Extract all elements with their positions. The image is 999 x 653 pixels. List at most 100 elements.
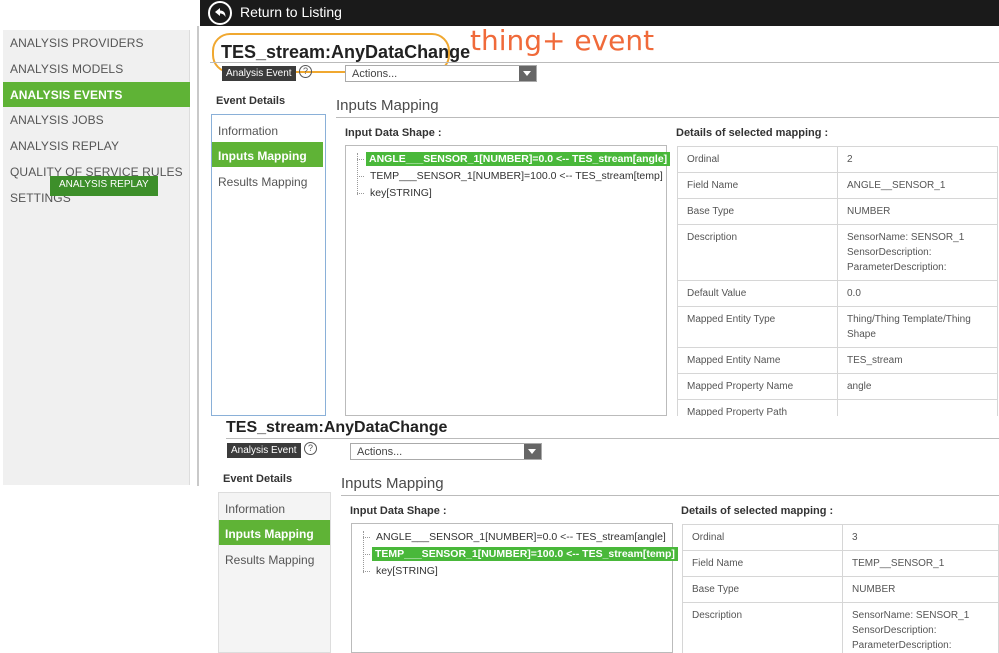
mapping-key: Field Name — [682, 550, 843, 577]
mapping-value-line: ParameterDescription: — [852, 640, 952, 651]
tree-item-key[interactable]: key[STRING] — [367, 186, 435, 200]
details-label: Details of selected mapping : — [676, 127, 829, 139]
mapping-key: Base Type — [677, 198, 838, 225]
tab-results-mapping[interactable]: Results Mapping — [212, 168, 325, 193]
tab-inputs-mapping-2[interactable]: Inputs Mapping — [219, 520, 330, 545]
event-tabs: Information Inputs Mapping Results Mappi… — [211, 114, 326, 416]
inputs-mapping-heading: Inputs Mapping — [336, 97, 439, 114]
section-rule — [336, 117, 999, 118]
mapping-value: NUMBER — [842, 576, 999, 603]
mapping-value-line: Shape — [847, 329, 876, 340]
mapping-key: Mapped Entity Name — [677, 347, 838, 374]
tree-tick — [357, 176, 364, 177]
actions-dropdown-label-2: Actions... — [357, 446, 403, 458]
help-icon[interactable]: ? — [299, 65, 312, 78]
sidebar-item-analysis-jobs[interactable]: ANALYSIS JOBS — [3, 107, 190, 132]
tab-inputs-mapping[interactable]: Inputs Mapping — [212, 142, 323, 167]
mapping-details-table-2: Ordinal 3 Field Name TEMP__SENSOR_1 Base Typ… — [682, 524, 999, 653]
sidebar-item-analysis-replay[interactable]: ANALYSIS REPLAY — [3, 133, 190, 158]
mapping-value-line: ParameterDescription: — [847, 262, 947, 273]
mapping-row: Base Type NUMBER — [682, 576, 999, 603]
tree-item-key-2[interactable]: key[STRING] — [373, 564, 441, 578]
analysis-event-badge-2: Analysis Event — [227, 443, 301, 458]
mapping-row: Base Type NUMBER — [677, 198, 998, 225]
annotation-text: thing+ event — [470, 24, 655, 57]
details-label-2: Details of selected mapping : — [681, 505, 834, 517]
tree-tick — [357, 159, 364, 160]
event-details-label-2: Event Details — [223, 473, 293, 485]
header-rule-2 — [226, 438, 999, 439]
tree-tick — [357, 193, 364, 194]
tree-tick — [363, 571, 370, 572]
input-data-shape-label: Input Data Shape : — [345, 127, 442, 139]
mapping-value-line: SensorDescription: — [847, 247, 932, 258]
mapping-value-line: SensorName: SENSOR_1 — [852, 610, 970, 621]
tree-tick — [363, 554, 370, 555]
page-title-2: TES_stream:AnyDataChange — [226, 419, 448, 436]
actions-dropdown[interactable]: Actions... — [345, 65, 537, 82]
header-rule — [210, 62, 999, 63]
mapping-value: Thing/Thing Template/Thing Shape — [837, 306, 998, 348]
mapping-value: angle — [837, 373, 998, 400]
section-rule-2 — [341, 495, 999, 496]
mapping-row: Description SensorName: SENSOR_1 SensorDes… — [682, 602, 999, 653]
mapping-value-line: Thing/Thing Template/Thing — [847, 314, 971, 325]
sidebar-item-analysis-events[interactable]: ANALYSIS EVENTS — [3, 82, 190, 107]
mapping-key: Default Value — [677, 280, 838, 307]
mapping-value: 0.0 — [837, 280, 998, 307]
mapping-value: ANGLE__SENSOR_1 — [837, 172, 998, 199]
mapping-value: SensorName: SENSOR_1 SensorDescription: Pa… — [837, 224, 998, 281]
back-arrow-icon[interactable] — [208, 1, 232, 25]
actions-dropdown-label: Actions... — [352, 68, 398, 80]
divider — [197, 26, 199, 486]
sidebar-item-analysis-providers[interactable]: ANALYSIS PROVIDERS — [3, 30, 190, 55]
input-data-shape-label-2: Input Data Shape : — [350, 505, 447, 517]
mapping-value-line: SensorDescription: — [852, 625, 937, 636]
help-icon-2[interactable]: ? — [304, 442, 317, 455]
tab-information[interactable]: Information — [212, 117, 325, 142]
mapping-key: Base Type — [682, 576, 843, 603]
tree-item-angle-2[interactable]: ANGLE___SENSOR_1[NUMBER]=0.0 <-- TES_str… — [373, 530, 669, 544]
tree-item-angle[interactable]: ANGLE___SENSOR_1[NUMBER]=0.0 <-- TES_str… — [366, 152, 671, 166]
return-to-listing-link[interactable]: Return to Listing — [240, 4, 342, 20]
sidebar-item-analysis-models[interactable]: ANALYSIS MODELS — [3, 56, 190, 81]
inputs-mapping-heading-2: Inputs Mapping — [341, 475, 444, 492]
mapping-key: Mapped Property Name — [677, 373, 838, 400]
sidebar: ANALYSIS PROVIDERS ANALYSIS MODELS ANALY… — [3, 30, 190, 485]
mapping-value: TES_stream — [837, 347, 998, 374]
mapping-row: Ordinal 2 — [677, 146, 998, 173]
tree-item-temp-2[interactable]: TEMP___SENSOR_1[NUMBER]=100.0 <-- TES_st… — [372, 547, 678, 561]
mapping-key: Ordinal — [682, 524, 843, 551]
mapping-key: Field Name — [677, 172, 838, 199]
mapping-details-table: Ordinal 2 Field Name ANGLE__SENSOR_1 Base Ty… — [677, 146, 998, 426]
mapping-row: Field Name TEMP__SENSOR_1 — [682, 550, 999, 577]
mapping-row: Mapped Entity Type Thing/Thing Template/T… — [677, 306, 998, 348]
tab-results-mapping-2[interactable]: Results Mapping — [219, 546, 330, 571]
analysis-event-badge: Analysis Event — [222, 66, 296, 81]
mapping-row: Description SensorName: SENSOR_1 SensorDes… — [677, 224, 998, 281]
sidebar-tooltip: ANALYSIS REPLAY — [50, 176, 158, 196]
tree-tick — [363, 537, 370, 538]
mapping-row: Mapped Property Name angle — [677, 373, 998, 400]
actions-dropdown-2[interactable]: Actions... — [350, 443, 542, 460]
mapping-row: Ordinal 3 — [682, 524, 999, 551]
mapping-key: Mapped Entity Type — [677, 306, 838, 348]
mapping-value: 2 — [837, 146, 998, 173]
mapping-row: Mapped Entity Name TES_stream — [677, 347, 998, 374]
mapping-value-line: SensorName: SENSOR_1 — [847, 232, 965, 243]
mapping-row: Field Name ANGLE__SENSOR_1 — [677, 172, 998, 199]
mapping-value: SensorName: SENSOR_1 SensorDescription: Pa… — [842, 602, 999, 653]
chevron-down-icon — [519, 66, 536, 81]
tree-item-temp[interactable]: TEMP___SENSOR_1[NUMBER]=100.0 <-- TES_st… — [367, 169, 666, 183]
mapping-row: Default Value 0.0 — [677, 280, 998, 307]
tab-information-2[interactable]: Information — [219, 495, 330, 520]
mapping-key: Ordinal — [677, 146, 838, 173]
mapping-value: 3 — [842, 524, 999, 551]
mapping-key: Description — [677, 224, 838, 281]
mapping-value: NUMBER — [837, 198, 998, 225]
event-details-label: Event Details — [216, 95, 286, 107]
chevron-down-icon — [524, 444, 541, 459]
mapping-value: TEMP__SENSOR_1 — [842, 550, 999, 577]
event-tabs-2: Information Inputs Mapping Results Mappi… — [218, 492, 331, 653]
mapping-key: Description — [682, 602, 843, 653]
